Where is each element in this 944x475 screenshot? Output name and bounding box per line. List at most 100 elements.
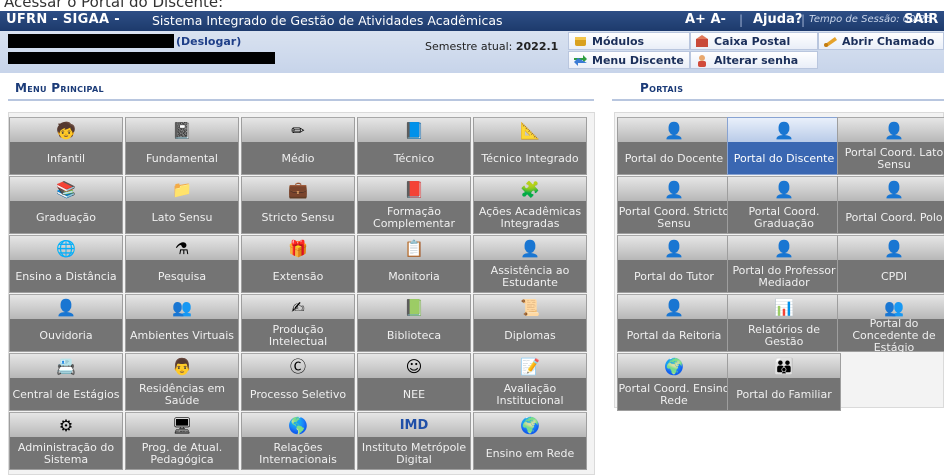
tile-label: Portal do Familiar <box>736 388 832 401</box>
support-user-icon: 👤 <box>520 239 540 258</box>
coordinator-icon: 👤 <box>664 180 684 199</box>
portal-tile-portal-do-discente[interactable]: 👤 Portal do Discente <box>727 117 841 175</box>
presentation-icon: 🖥 <box>171 416 193 435</box>
font-size-controls[interactable]: A+ A- <box>685 12 726 27</box>
menu-tile-prog-de-atual-pedagogica[interactable]: 🖥 Prog. de Atual. Pedagógica <box>125 412 239 470</box>
portal-tile-portal-da-reitoria[interactable]: 👤 Portal da Reitoria <box>617 294 731 352</box>
portal-tile-portal-do-familiar[interactable]: 👪 Portal do Familiar <box>727 353 841 411</box>
tile-label: Processo Seletivo <box>249 388 347 401</box>
menu-tile-instituto-metropole-digital[interactable]: IMD Instituto Metrópole Digital <box>357 412 471 470</box>
tile-label: Lato Sensu <box>151 211 213 224</box>
coordinator-icon: 👤 <box>774 180 794 199</box>
change-password-button[interactable]: Alterar senha <box>690 51 818 69</box>
menu-tile-lato-sensu[interactable]: 📁 Lato Sensu <box>125 176 239 234</box>
portal-tile-portal-coord-polo[interactable]: 👤 Portal Coord. Polo <box>837 176 944 234</box>
tile-label: Relatórios de Gestão <box>747 323 821 348</box>
tile-label: Técnico <box>393 152 435 165</box>
flask-icon: ⚗ <box>174 239 190 258</box>
cube-icon <box>573 35 588 48</box>
menu-tile-pesquisa[interactable]: ⚗ Pesquisa <box>125 235 239 293</box>
help-link[interactable]: Ajuda? <box>753 12 802 27</box>
modules-label: Módulos <box>592 34 645 48</box>
tile-icon-area: 💼 <box>242 177 354 201</box>
menu-tile-acoes-academicas-integradas[interactable]: 🧩 Ações Acadêmicas Integradas <box>473 176 587 234</box>
menu-tile-medio[interactable]: ✏ Médio <box>241 117 355 175</box>
tile-icon-area: Ⓒ <box>242 354 354 378</box>
tile-label: Portal Coord. Stricto Sensu <box>618 205 730 230</box>
coordinator-icon: 👤 <box>884 121 904 140</box>
menu-tile-nee[interactable]: ☺ NEE <box>357 353 471 411</box>
open-ticket-button[interactable]: Abrir Chamado <box>818 32 944 50</box>
menu-tile-extensao[interactable]: 🎁 Extensão <box>241 235 355 293</box>
menu-tile-avaliacao-institucional[interactable]: 📝 Avaliação Institucional <box>473 353 587 411</box>
logout-link[interactable]: (Deslogar) <box>176 35 241 48</box>
tile-label: Pesquisa <box>157 270 207 283</box>
tile-label: Portal Coord. Ensino Rede <box>618 382 730 407</box>
change-password-label: Alterar senha <box>714 53 799 67</box>
family-icon: 👪 <box>774 357 794 376</box>
menu-tile-ensino-a-distancia[interactable]: 🌐 Ensino a Distância <box>9 235 123 293</box>
tile-label: Formação Complementar <box>373 205 455 230</box>
logout-exit-link[interactable]: SAIR <box>904 12 938 27</box>
tile-icon-area: 👥 <box>838 295 944 319</box>
tile-icon-area: 📘 <box>358 118 470 142</box>
menu-tile-producao-intelectual[interactable]: ✍ Produção Intelectual <box>241 294 355 352</box>
portal-tile-portal-coord-stricto-sensu[interactable]: 👤 Portal Coord. Stricto Sensu <box>617 176 731 234</box>
mailbox-label: Caixa Postal <box>714 34 791 48</box>
portal-tile-portal-coord-ensino-rede[interactable]: 🌍 Portal Coord. Ensino Rede <box>617 353 731 411</box>
portal-tile-portal-coord-graduacao[interactable]: 👤 Portal Coord. Graduação <box>727 176 841 234</box>
portal-tile-relatorios-de-gestao[interactable]: 📊 Relatórios de Gestão <box>727 294 841 352</box>
menu-tile-assistencia-ao-estudante[interactable]: 👤 Assistência ao Estudante <box>473 235 587 293</box>
portal-tile-portal-do-concedente-de-estagio[interactable]: 👥 Portal do Concedente de Estágio <box>837 294 944 354</box>
tile-label: Stricto Sensu <box>261 211 335 224</box>
network-globe-icon: 🌍 <box>520 416 540 435</box>
menu-tile-ouvidoria[interactable]: 👤 Ouvidoria <box>9 294 123 352</box>
menu-tile-relacoes-internacionais[interactable]: 🌎 Relações Internacionais <box>241 412 355 470</box>
portal-tile-portal-do-docente[interactable]: 👤 Portal do Docente <box>617 117 731 175</box>
portal-tile-cpdi[interactable]: 👤 CPDI <box>837 235 944 293</box>
tile-label: Portal do Concedente de Estágio <box>852 317 936 354</box>
student-menu-button[interactable]: Menu Discente <box>568 51 690 69</box>
menu-tile-biblioteca[interactable]: 📗 Biblioteca <box>357 294 471 352</box>
tile-label: Assistência ao Estudante <box>490 264 570 289</box>
gear-icon: ⚙ <box>58 416 74 435</box>
menu-tile-residencias-em-saude[interactable]: 👨 Residências em Saúde <box>125 353 239 411</box>
internship-icon: 👥 <box>884 298 904 317</box>
puzzle-icon: 🧩 <box>520 180 540 199</box>
menu-tile-diplomas[interactable]: 📜 Diplomas <box>473 294 587 352</box>
portal-tile-portal-coord-lato-sensu[interactable]: 👤 Portal Coord. Lato Sensu <box>837 117 944 175</box>
semester-value: 2022.1 <box>515 40 559 53</box>
top-bar: UFRN - SIGAA - Sistema Integrado de Gest… <box>0 11 944 31</box>
arrows-icon <box>573 54 588 67</box>
redacted-user-name <box>8 34 174 48</box>
menu-tile-processo-seletivo[interactable]: Ⓒ Processo Seletivo <box>241 353 355 411</box>
menu-tile-graduacao[interactable]: 📚 Graduação <box>9 176 123 234</box>
mailbox-button[interactable]: Caixa Postal <box>690 32 818 50</box>
tile-label: Técnico Integrado <box>481 152 579 165</box>
menu-tile-central-de-estagios[interactable]: 📇 Central de Estágios <box>9 353 123 411</box>
menu-tile-ensino-em-rede[interactable]: 🌍 Ensino em Rede <box>473 412 587 470</box>
menu-tile-ambientes-virtuais[interactable]: 👥 Ambientes Virtuais <box>125 294 239 352</box>
portal-tile-portal-do-professor-mediador[interactable]: 👤 Portal do Professor Mediador <box>727 235 841 293</box>
mediator-icon: 👤 <box>774 239 794 258</box>
menu-tile-fundamental[interactable]: 📓 Fundamental <box>125 117 239 175</box>
tile-icon-area: 📕 <box>358 177 470 201</box>
menu-tile-stricto-sensu[interactable]: 💼 Stricto Sensu <box>241 176 355 234</box>
menu-tile-tecnico-integrado[interactable]: 📐 Técnico Integrado <box>473 117 587 175</box>
menu-tile-infantil[interactable]: 🧒 Infantil <box>9 117 123 175</box>
tile-icon-area: 🌍 <box>618 354 730 378</box>
menu-tile-monitoria[interactable]: 📋 Monitoria <box>357 235 471 293</box>
document-check-icon: 📝 <box>520 357 540 376</box>
portal-tile-portal-do-tutor[interactable]: 👤 Portal do Tutor <box>617 235 731 293</box>
menu-tile-administracao-do-sistema[interactable]: ⚙ Administração do Sistema <box>9 412 123 470</box>
menu-tile-formacao-complementar[interactable]: 📕 Formação Complementar <box>357 176 471 234</box>
tile-icon-area: 👪 <box>728 354 840 378</box>
tile-icon-area: 📋 <box>358 236 470 260</box>
books-icon: 📚 <box>56 180 76 199</box>
tile-icon-area: 👤 <box>618 236 730 260</box>
gift-icon: 🎁 <box>288 239 308 258</box>
tile-icon-area: ☺ <box>358 354 470 378</box>
modules-button[interactable]: Módulos <box>568 32 690 50</box>
reports-icon: 📊 <box>774 298 794 317</box>
menu-tile-tecnico[interactable]: 📘 Técnico <box>357 117 471 175</box>
